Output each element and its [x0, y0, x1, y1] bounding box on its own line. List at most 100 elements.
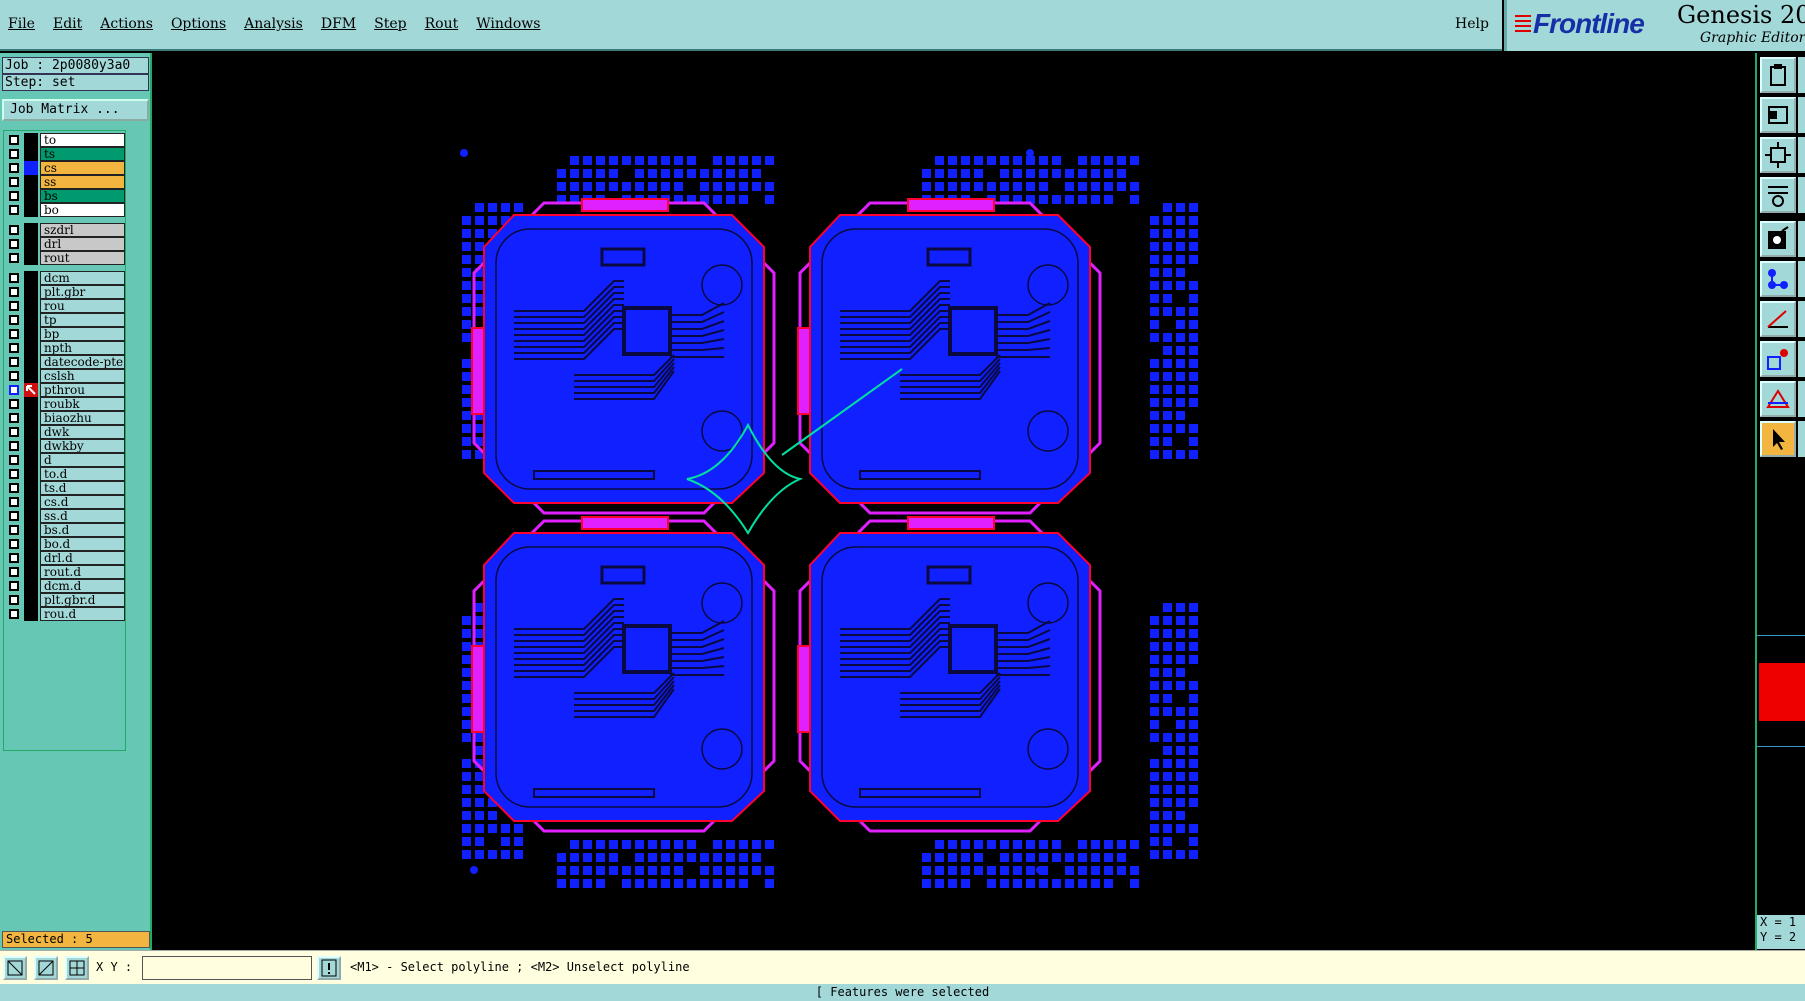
layer-checkbox[interactable]	[9, 301, 19, 311]
layer-color-indicator[interactable]	[24, 579, 38, 593]
layer-color-indicator[interactable]	[24, 313, 38, 327]
layer-color-indicator[interactable]	[24, 327, 38, 341]
layer-row-cs[interactable]: cs	[4, 161, 125, 175]
layer-name[interactable]: plt.gbr.d	[40, 593, 125, 607]
layer-checkbox[interactable]	[9, 177, 19, 187]
layer-name[interactable]: rout.d	[40, 565, 125, 579]
layer-color-indicator[interactable]	[24, 425, 38, 439]
measure-button[interactable]	[34, 956, 58, 980]
layer-checkbox[interactable]	[9, 455, 19, 465]
layer-color-indicator[interactable]	[24, 355, 38, 369]
layer-name[interactable]: roubk	[40, 397, 125, 411]
layer-color-indicator[interactable]	[24, 369, 38, 383]
menu-rout[interactable]: Rout	[425, 16, 459, 32]
layer-color-indicator[interactable]	[24, 439, 38, 453]
layer-name[interactable]: tp	[40, 313, 125, 327]
layer-checkbox[interactable]	[9, 163, 19, 173]
layer-checkbox[interactable]	[9, 469, 19, 479]
layer-row-bo[interactable]: bo	[4, 203, 125, 217]
layer-row-bp[interactable]: bp	[4, 327, 125, 341]
layer-name[interactable]: ts	[40, 147, 125, 161]
layer-color-indicator[interactable]	[24, 509, 38, 523]
layer-checkbox[interactable]	[9, 427, 19, 437]
layer-row-plt-gbr-d[interactable]: plt.gbr.d	[4, 593, 125, 607]
layer-row-npth[interactable]: npth	[4, 341, 125, 355]
layer-row-bs-d[interactable]: bs.d	[4, 523, 125, 537]
layer-color-indicator[interactable]	[24, 523, 38, 537]
layer-color-indicator[interactable]	[24, 133, 38, 147]
layer-name[interactable]: pthrou	[40, 383, 125, 397]
layer-name[interactable]: ts.d	[40, 481, 125, 495]
layer-checkbox[interactable]	[9, 581, 19, 591]
layer-row-ts[interactable]: ts	[4, 147, 125, 161]
layer-color-indicator[interactable]	[24, 147, 38, 161]
layer-name[interactable]: szdrl	[40, 223, 125, 237]
layer-color-indicator[interactable]	[24, 175, 38, 189]
layer-name[interactable]: to	[40, 133, 125, 147]
layer-checkbox[interactable]	[9, 483, 19, 493]
layer-name[interactable]: dcm	[40, 271, 125, 285]
triangle-tool-button[interactable]	[1760, 381, 1796, 417]
layer-color-indicator[interactable]	[24, 285, 38, 299]
layer-row-ss[interactable]: ss	[4, 175, 125, 189]
layer-checkbox[interactable]	[9, 553, 19, 563]
layer-name[interactable]: drl.d	[40, 551, 125, 565]
grid-button[interactable]	[65, 956, 89, 980]
menu-options[interactable]: Options	[171, 16, 226, 32]
layer-row-cslsh[interactable]: cslsh	[4, 369, 125, 383]
graphic-canvas[interactable]	[152, 53, 1755, 950]
layer-row-biaozhu[interactable]: biaozhu	[4, 411, 125, 425]
layer-color-indicator[interactable]	[24, 223, 38, 237]
window-tool-button[interactable]	[1760, 97, 1796, 133]
layer-checkbox[interactable]	[9, 343, 19, 353]
layer-name[interactable]: npth	[40, 341, 125, 355]
layer-row-roubk[interactable]: roubk	[4, 397, 125, 411]
layer-name[interactable]: biaozhu	[40, 411, 125, 425]
layer-checkbox[interactable]	[9, 273, 19, 283]
menu-actions[interactable]: Actions	[100, 16, 153, 32]
layer-color-indicator[interactable]	[24, 189, 38, 203]
layer-row-rout[interactable]: rout	[4, 251, 125, 265]
layer-row-drl[interactable]: drl	[4, 237, 125, 251]
layer-row-dcm-d[interactable]: dcm.d	[4, 579, 125, 593]
layer-name[interactable]: drl	[40, 237, 125, 251]
layer-name[interactable]: ss	[40, 175, 125, 189]
layer-checkbox[interactable]	[9, 225, 19, 235]
layer-color-indicator[interactable]	[24, 453, 38, 467]
layer-checkbox[interactable]	[9, 329, 19, 339]
layer-row-bo-d[interactable]: bo.d	[4, 537, 125, 551]
layer-name[interactable]: bo	[40, 203, 125, 217]
layer-row-tp[interactable]: tp	[4, 313, 125, 327]
layer-checkbox[interactable]	[9, 149, 19, 159]
layer-row-d[interactable]: d	[4, 453, 125, 467]
layer-row-dcm[interactable]: dcm	[4, 271, 125, 285]
layer-row-to[interactable]: to	[4, 133, 125, 147]
layer-name[interactable]: rou	[40, 299, 125, 313]
layer-checkbox[interactable]	[9, 441, 19, 451]
layer-color-indicator[interactable]	[24, 593, 38, 607]
layer-row-pthrou[interactable]: pthrou	[4, 383, 125, 397]
layer-checkbox[interactable]	[9, 567, 19, 577]
menu-edit[interactable]: Edit	[53, 16, 82, 32]
layer-name[interactable]: datecode-pte	[40, 355, 125, 369]
layer-name[interactable]: bp	[40, 327, 125, 341]
layer-name[interactable]: d	[40, 453, 125, 467]
layer-row-dwkby[interactable]: dwkby	[4, 439, 125, 453]
measure-tool-button[interactable]	[1760, 341, 1796, 377]
layer-checkbox[interactable]	[9, 191, 19, 201]
work-layer-icon[interactable]	[24, 383, 38, 397]
layer-color-indicator[interactable]	[24, 411, 38, 425]
layer-checkbox[interactable]	[9, 525, 19, 535]
layer-row-ss-d[interactable]: ss.d	[4, 509, 125, 523]
layer-color-indicator[interactable]	[24, 467, 38, 481]
layer-checkbox[interactable]	[9, 497, 19, 507]
layer-checkbox[interactable]	[9, 205, 19, 215]
layer-color-indicator[interactable]	[24, 203, 38, 217]
layer-color-indicator[interactable]	[24, 161, 38, 175]
layer-row-bs[interactable]: bs	[4, 189, 125, 203]
xy-input[interactable]	[142, 956, 312, 980]
layer-color-indicator[interactable]	[24, 341, 38, 355]
layer-color-indicator[interactable]	[24, 237, 38, 251]
layer-checkbox[interactable]	[9, 511, 19, 521]
layer-color-indicator[interactable]	[24, 495, 38, 509]
